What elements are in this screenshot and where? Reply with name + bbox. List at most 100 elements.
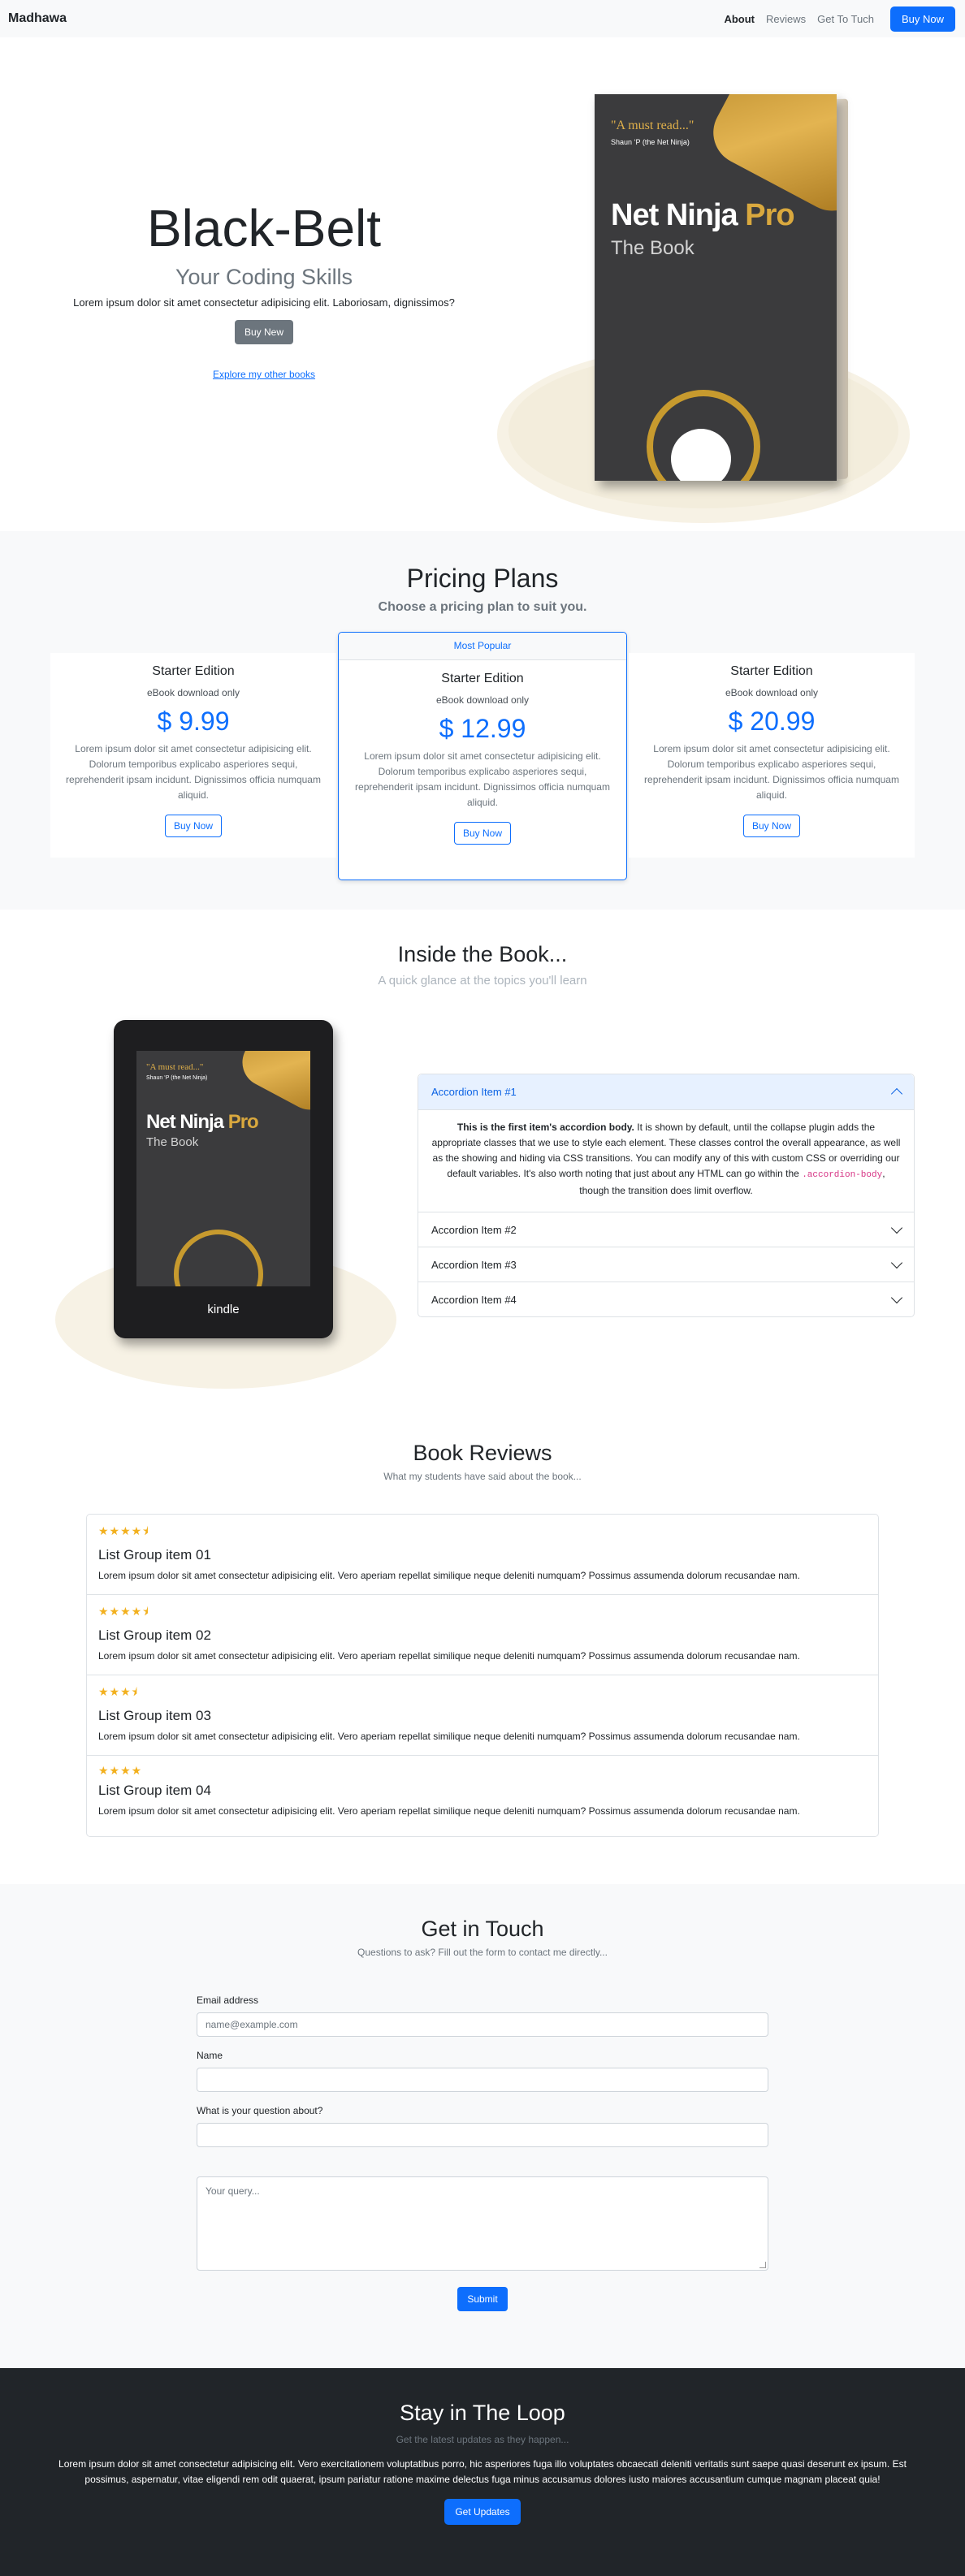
review-title: List Group item 02 xyxy=(98,1627,211,1643)
book-subtitle: The Book xyxy=(611,237,695,259)
contact-form: Email address name@example.com Name What… xyxy=(197,1995,768,2311)
pricing-card: Starter Edition eBook download only $ 20… xyxy=(629,653,915,858)
contact-title: Get in Touch xyxy=(421,1917,544,1941)
review-text: Lorem ipsum dolor sit amet consectetur a… xyxy=(98,1650,800,1662)
question-label: What is your question about? xyxy=(197,2105,323,2116)
accordion-item: Accordion Item #3 xyxy=(418,1247,914,1282)
accordion-header-1[interactable]: Accordion Item #1 xyxy=(418,1074,914,1110)
plan-subtitle: eBook download only xyxy=(146,687,240,698)
inside-book-section: Inside the Book... A quick glance at the… xyxy=(0,910,965,1413)
explore-books-link[interactable]: Explore my other books xyxy=(49,369,479,380)
list-item: ★★★★⯨ List Group item 02 Lorem ipsum dol… xyxy=(87,1595,878,1675)
hero-subtitle: Your Coding Skills xyxy=(175,265,353,290)
ninja-face-icon xyxy=(671,429,731,481)
email-group: Email address name@example.com xyxy=(197,1995,768,2037)
pricing-section: Pricing Plans Choose a pricing plan to s… xyxy=(0,531,965,910)
nav-link-about[interactable]: About xyxy=(724,13,755,25)
accordion-label: Accordion Item #4 xyxy=(431,1293,517,1306)
resize-handle-icon[interactable] xyxy=(759,2262,766,2268)
plan-description: Lorem ipsum dolor sit amet consectetur a… xyxy=(644,743,899,801)
star-rating-icon: ★★★★⯨ xyxy=(98,1605,149,1618)
hero-text: Black-Belt Your Coding Skills Lorem ipsu… xyxy=(49,199,479,381)
book-cover-image: "A must read..." Shaun ‘P (the Net Ninja… xyxy=(595,94,848,481)
accordion-header-4[interactable]: Accordion Item #4 xyxy=(418,1282,914,1316)
name-label: Name xyxy=(197,2050,223,2061)
accordion-item: Accordion Item #4 xyxy=(418,1282,914,1316)
pricing-subtitle: Choose a pricing plan to suit you. xyxy=(378,600,587,614)
reviews-list: ★★★★⯨ List Group item 01 Lorem ipsum dol… xyxy=(86,1514,879,1837)
plan-subtitle: eBook download only xyxy=(725,687,819,698)
newsletter-section: Stay in The Loop Get the latest updates … xyxy=(0,2368,965,2576)
chevron-down-icon xyxy=(890,1256,903,1269)
book-title: Net Ninja Pro xyxy=(611,198,795,233)
question-field[interactable] xyxy=(197,2123,768,2147)
review-text: Lorem ipsum dolor sit amet consectetur a… xyxy=(98,1570,800,1581)
email-field[interactable]: name@example.com xyxy=(197,2012,768,2037)
book-title-pro: Pro xyxy=(745,198,794,232)
nav-link-contact[interactable]: Get To Tuch xyxy=(817,13,874,25)
kindle-image: "A must read..." Shaun ‘P (the Net Ninja… xyxy=(114,1020,333,1338)
kindle-brand-label: kindle xyxy=(207,1303,240,1316)
list-item: ★★★★ List Group item 04 Lorem ipsum dolo… xyxy=(87,1756,878,1836)
loop-title: Stay in The Loop xyxy=(400,2401,565,2425)
accordion-body: This is the first item's accordion body.… xyxy=(418,1110,914,1212)
list-item: ★★★⯨ List Group item 03 Lorem ipsum dolo… xyxy=(87,1675,878,1756)
inside-subtitle: A quick glance at the topics you'll lear… xyxy=(378,974,587,988)
hero-title: Black-Belt xyxy=(146,199,382,257)
nav-links: About Reviews Get To Tuch Buy Now xyxy=(724,6,955,32)
plan-price: $ 12.99 xyxy=(439,714,526,743)
nav-link-reviews[interactable]: Reviews xyxy=(766,13,806,25)
chevron-up-icon xyxy=(890,1087,903,1100)
nav-buy-now-button[interactable]: Buy Now xyxy=(889,6,955,32)
name-field[interactable] xyxy=(197,2068,768,2092)
pricing-card-popular: Most Popular Starter Edition eBook downl… xyxy=(338,632,627,880)
topics-accordion: Accordion Item #1 This is the first item… xyxy=(418,1074,915,1317)
query-placeholder: Your query... xyxy=(206,2185,260,2197)
plan-subtitle: eBook download only xyxy=(435,694,530,706)
list-item: ★★★★⯨ List Group item 01 Lorem ipsum dol… xyxy=(87,1515,878,1595)
book-cover: "A must read..." Shaun ‘P (the Net Ninja… xyxy=(595,94,837,481)
star-rating-icon: ★★★★⯨ xyxy=(98,1524,149,1537)
kindle-book-subtitle: The Book xyxy=(146,1135,199,1149)
plan-title: Starter Edition xyxy=(441,672,524,685)
review-title: List Group item 01 xyxy=(98,1547,211,1562)
plan-buy-button[interactable]: Buy Now xyxy=(164,815,223,837)
kindle-title-main: Net Ninja xyxy=(146,1111,228,1133)
hero-buy-button[interactable]: Buy New xyxy=(234,320,294,345)
reviews-subtitle: What my students have said about the boo… xyxy=(383,1471,582,1482)
accordion-label: Accordion Item #1 xyxy=(431,1086,517,1098)
review-title: List Group item 04 xyxy=(98,1783,211,1798)
query-textarea[interactable]: Your query... xyxy=(197,2176,768,2271)
book-quote: "A must read..." xyxy=(611,119,695,132)
chevron-down-icon xyxy=(890,1221,903,1234)
plan-price: $ 20.99 xyxy=(728,707,816,736)
plan-buy-button[interactable]: Buy Now xyxy=(453,822,512,845)
question-group: What is your question about? xyxy=(197,2105,768,2147)
brand-logo[interactable]: Madhawa xyxy=(8,11,67,26)
pricing-title: Pricing Plans xyxy=(406,564,559,593)
accordion-header-2[interactable]: Accordion Item #2 xyxy=(418,1212,914,1247)
accordion-label: Accordion Item #3 xyxy=(431,1258,517,1271)
get-updates-button[interactable]: Get Updates xyxy=(444,2499,521,2525)
plan-buy-button[interactable]: Buy Now xyxy=(742,815,801,837)
review-title: List Group item 03 xyxy=(98,1708,211,1723)
pricing-card: Starter Edition eBook download only $ 9.… xyxy=(50,653,336,858)
accordion-header-3[interactable]: Accordion Item #3 xyxy=(418,1247,914,1282)
name-group: Name xyxy=(197,2050,768,2092)
accordion-item: Accordion Item #2 xyxy=(418,1212,914,1247)
most-popular-badge: Most Popular xyxy=(339,633,626,660)
accordion-body-code: .accordion-body xyxy=(802,1170,883,1180)
kindle-book-quote: "A must read..." xyxy=(146,1062,204,1072)
submit-button[interactable]: Submit xyxy=(457,2287,508,2311)
accordion-body-strong: This is the first item's accordion body. xyxy=(457,1122,634,1133)
contact-section: Get in Touch Questions to ask? Fill out … xyxy=(0,1884,965,2368)
inside-title: Inside the Book... xyxy=(397,942,568,966)
plan-description: Lorem ipsum dolor sit amet consectetur a… xyxy=(355,750,610,808)
kindle-title-pro: Pro xyxy=(227,1111,259,1133)
review-text: Lorem ipsum dolor sit amet consectetur a… xyxy=(98,1731,800,1742)
book-author: Shaun ‘P (the Net Ninja) xyxy=(611,138,690,146)
hero-section: Black-Belt Your Coding Skills Lorem ipsu… xyxy=(0,37,965,531)
plan-price: $ 9.99 xyxy=(157,707,230,736)
kindle-book-author: Shaun ‘P (the Net Ninja) xyxy=(146,1075,208,1081)
plan-description: Lorem ipsum dolor sit amet consectetur a… xyxy=(66,743,321,801)
